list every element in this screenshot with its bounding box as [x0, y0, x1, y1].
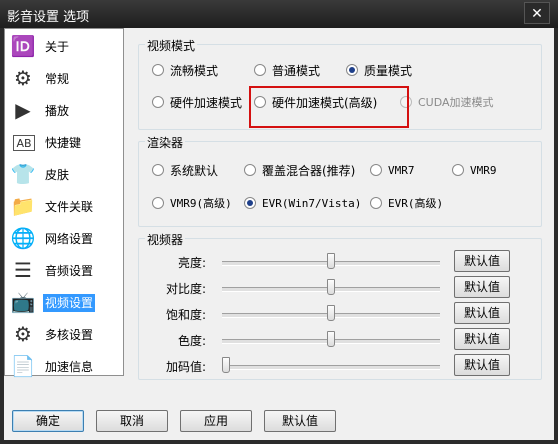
group-title: 视频器 [145, 231, 186, 248]
sidebar-item-general[interactable]: ⚙ 常规 [7, 63, 123, 93]
sidebar-item-file-association[interactable]: 📁 文件关联 [7, 191, 123, 221]
sidebar-item-label: 常规 [45, 72, 70, 86]
radio-normal-mode[interactable]: 普通模式 [254, 61, 320, 79]
sidebar-item-label: 加速信息 [45, 360, 94, 374]
radio-smooth-mode[interactable]: 流畅模式 [152, 61, 218, 79]
sidebar-item-video[interactable]: 📺 视频设置 [7, 287, 123, 317]
radio-hardware-accel[interactable]: 硬件加速模式 [152, 93, 242, 111]
sidebar-item-hotkeys[interactable]: AB 快捷键 [7, 127, 123, 157]
apply-button[interactable]: 应用 [180, 410, 252, 432]
restore-defaults-button[interactable]: 默认值 [264, 410, 336, 432]
play-icon: ▶ [15, 98, 31, 122]
sidebar-item-label: 关于 [45, 40, 70, 54]
keyboard-icon: AB [13, 135, 35, 151]
gain-slider-track[interactable] [222, 365, 440, 370]
dialog-body: 🆔 关于 ⚙ 常规 ▶ 播放 AB 快捷键 👕 皮肤 📁 文件关联 🌐 网络设置… [4, 28, 554, 440]
sidebar-item-about[interactable]: 🆔 关于 [7, 31, 123, 61]
sidebar-item-acceleration-info[interactable]: 📄 加速信息 [7, 351, 123, 378]
radio-cuda-accel[interactable]: CUDA加速模式 [400, 93, 494, 111]
sidebar-item-label: 播放 [45, 104, 70, 118]
sidebar-item-audio[interactable]: ☰ 音频设置 [7, 255, 123, 285]
saturation-slider-thumb[interactable] [327, 305, 335, 321]
renderer-group: 渲染器 [138, 134, 542, 227]
radio-renderer-evr-advanced[interactable]: EVR(高级) [370, 194, 443, 212]
sidebar-item-multicore[interactable]: ⚙ 多核设置 [7, 319, 123, 349]
settings-window: 影音设置 选项 ✕ 🆔 关于 ⚙ 常规 ▶ 播放 AB 快捷键 👕 皮肤 📁 文… [0, 0, 558, 444]
ok-button[interactable]: 确定 [12, 410, 84, 432]
gear-icon: ⚙ [14, 66, 32, 90]
radio-quality-mode[interactable]: 质量模式 [346, 61, 412, 79]
category-sidebar: 🆔 关于 ⚙ 常规 ▶ 播放 AB 快捷键 👕 皮肤 📁 文件关联 🌐 网络设置… [4, 28, 124, 378]
equalizer-icon: ☰ [14, 258, 32, 282]
sidebar-item-label: 音频设置 [45, 264, 94, 278]
tv-icon: 📺 [10, 290, 36, 314]
gain-label: 加码值: [165, 360, 206, 374]
shirt-icon: 👕 [10, 162, 36, 186]
radio-renderer-evr[interactable]: EVR(Win7/Vista) [244, 194, 361, 212]
sidebar-item-label: 快捷键 [45, 136, 82, 150]
close-button[interactable]: ✕ [524, 2, 550, 24]
sidebar-item-playback[interactable]: ▶ 播放 [7, 95, 123, 125]
folder-icon: 📁 [10, 194, 36, 218]
gain-slider-thumb[interactable] [222, 357, 230, 373]
contrast-label: 对比度: [165, 282, 206, 296]
hue-reset-button[interactable]: 默认值 [454, 328, 510, 350]
sidebar-item-label: 文件关联 [45, 200, 94, 214]
hue-label: 色度: [177, 334, 206, 348]
sidebar-item-network[interactable]: 🌐 网络设置 [7, 223, 123, 253]
radio-renderer-overlay-mixer[interactable]: 覆盖混合器(推荐) [244, 161, 355, 179]
cancel-button[interactable]: 取消 [96, 410, 168, 432]
group-title: 渲染器 [145, 134, 186, 151]
gain-reset-button[interactable]: 默认值 [454, 354, 510, 376]
group-title: 视频模式 [145, 37, 198, 54]
title-bar[interactable]: 影音设置 选项 ✕ [0, 0, 558, 28]
contrast-slider-thumb[interactable] [327, 279, 335, 295]
document-icon: 📄 [10, 354, 36, 378]
saturation-reset-button[interactable]: 默认值 [454, 302, 510, 324]
sidebar-item-skin[interactable]: 👕 皮肤 [7, 159, 123, 189]
sidebar-item-label: 多核设置 [45, 328, 94, 342]
sidebar-item-label: 网络设置 [45, 232, 94, 246]
highlight-annotation [249, 86, 409, 128]
radio-renderer-vmr9[interactable]: VMR9 [452, 161, 497, 179]
sidebar-item-label: 视频设置 [43, 294, 96, 312]
radio-renderer-vmr9-advanced[interactable]: VMR9(高级) [152, 194, 232, 212]
saturation-label: 饱和度: [165, 308, 206, 322]
brightness-slider-thumb[interactable] [327, 253, 335, 269]
sidebar-item-label: 皮肤 [45, 168, 70, 182]
globe-icon: 🌐 [10, 226, 36, 250]
brightness-reset-button[interactable]: 默认值 [454, 250, 510, 272]
gears-icon: ⚙ [14, 322, 32, 346]
id-card-icon: 🆔 [10, 34, 36, 58]
hue-slider-thumb[interactable] [327, 331, 335, 347]
window-title: 影音设置 选项 [7, 10, 90, 25]
brightness-label: 亮度: [177, 256, 206, 270]
radio-renderer-vmr7[interactable]: VMR7 [370, 161, 415, 179]
contrast-reset-button[interactable]: 默认值 [454, 276, 510, 298]
radio-renderer-system-default[interactable]: 系统默认 [152, 161, 218, 179]
